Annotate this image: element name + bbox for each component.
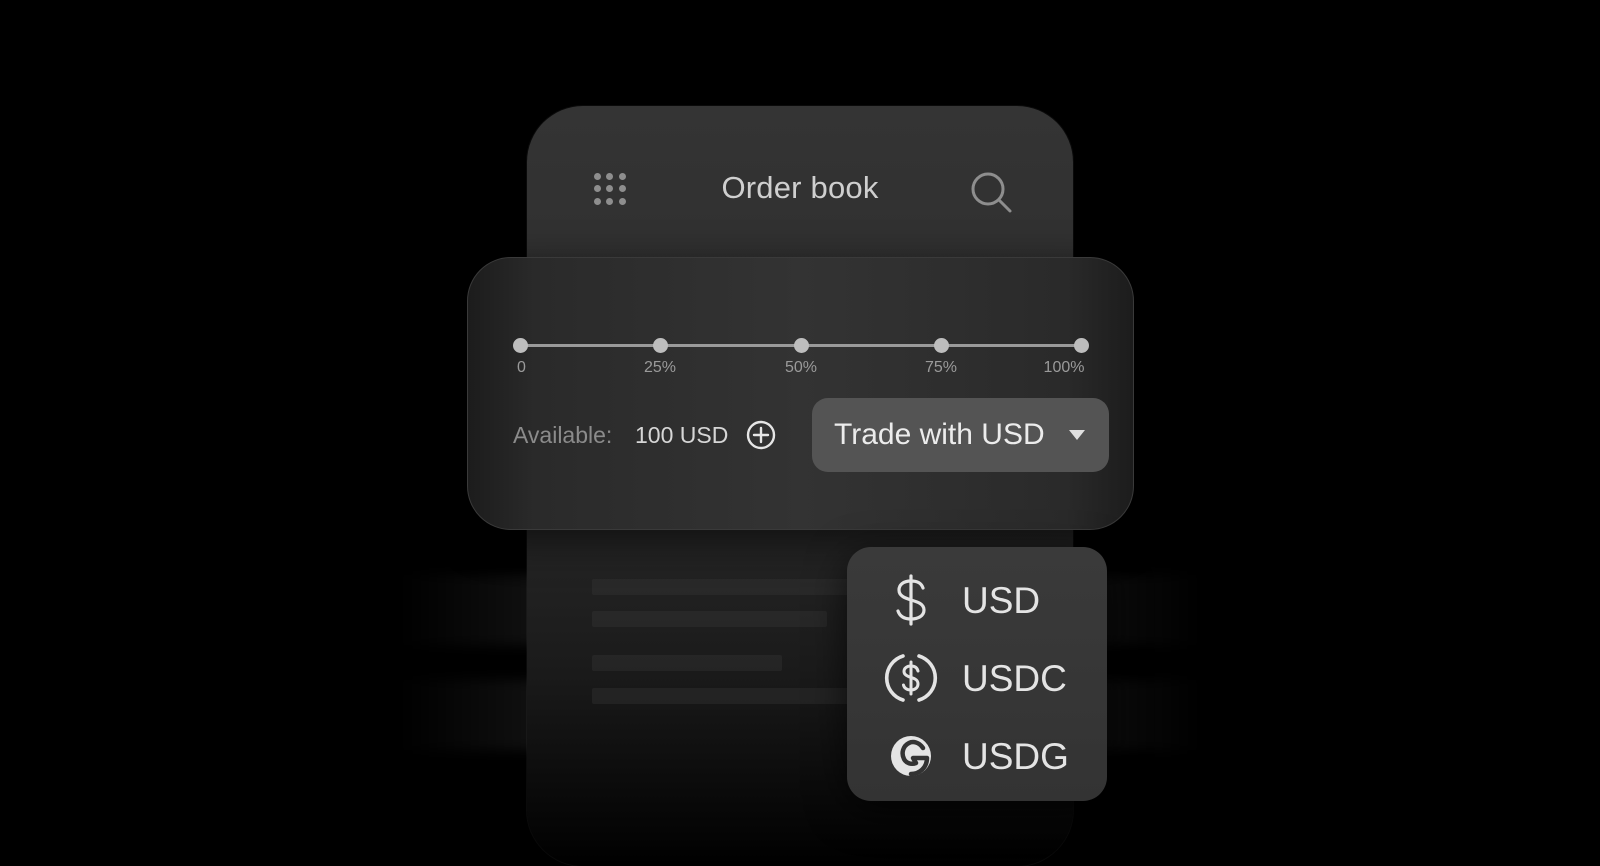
slider-label: 100% xyxy=(1043,359,1085,376)
menu-item-usd[interactable]: USD xyxy=(847,563,1107,633)
phone-header: Order book xyxy=(527,106,1073,256)
add-funds-icon[interactable] xyxy=(745,419,777,451)
menu-item-label: USDG xyxy=(962,736,1069,777)
slider-label: 50% xyxy=(784,359,818,376)
trade-currency-dropdown[interactable]: Trade with USD xyxy=(812,398,1109,472)
currency-menu: USD USDC USDG xyxy=(847,547,1107,801)
slider-stop-25[interactable] xyxy=(653,338,668,353)
available-balance: 100 USD xyxy=(635,422,729,448)
slider-stop-50[interactable] xyxy=(794,338,809,353)
slider-label: 25% xyxy=(643,359,677,376)
slider-stop-100[interactable] xyxy=(1074,338,1089,353)
slider-label: 0 xyxy=(517,359,526,376)
dollar-icon xyxy=(896,574,926,626)
trade-button-label: Trade with USD xyxy=(834,418,1045,451)
slider-stop-0[interactable] xyxy=(513,338,528,353)
menu-item-label: USDC xyxy=(962,658,1067,699)
menu-item-usdg[interactable]: USDG xyxy=(847,719,1107,789)
menu-item-usdc[interactable]: USDC xyxy=(847,641,1107,711)
skeleton-line xyxy=(592,688,852,704)
usdg-icon xyxy=(891,736,931,777)
menu-item-label: USD xyxy=(962,580,1041,621)
skeleton-line xyxy=(592,611,827,627)
slider-label: 75% xyxy=(924,359,958,376)
skeleton-line xyxy=(592,655,782,671)
available-label: Available: xyxy=(513,422,613,448)
caret-down-icon xyxy=(1069,430,1085,440)
usdc-icon xyxy=(884,654,938,702)
slider-stop-75[interactable] xyxy=(934,338,949,353)
skeleton-line xyxy=(592,579,852,595)
order-panel: 0 25% 50% 75% 100% Available: 100 USD Tr… xyxy=(467,257,1134,530)
search-icon[interactable] xyxy=(969,170,1013,214)
